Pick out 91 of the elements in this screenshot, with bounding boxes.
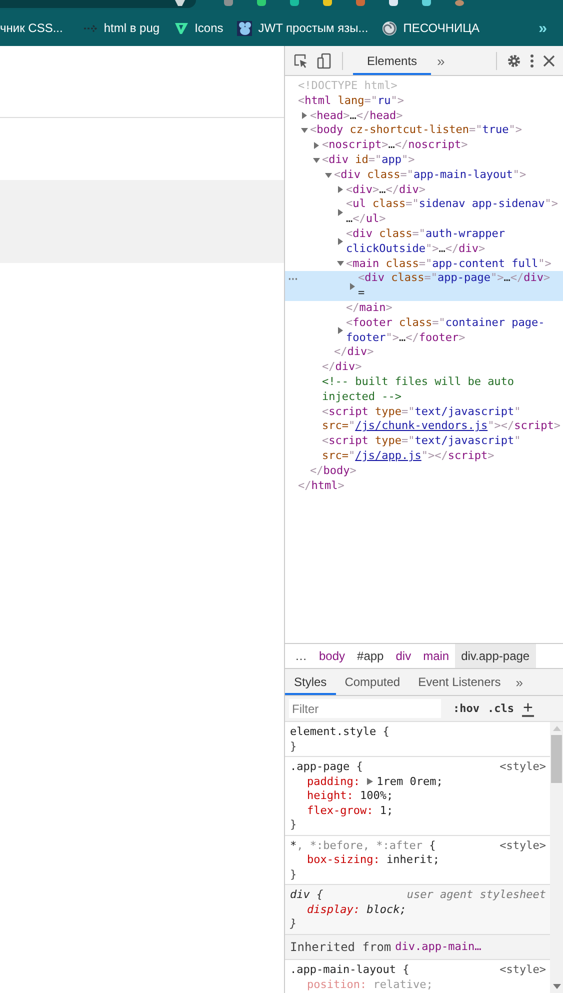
- rule-source: user agent stylesheet: [406, 888, 546, 902]
- dom-node[interactable]: <div>…</div>: [346, 182, 426, 198]
- inherited-element-link[interactable]: div.app-main…: [395, 940, 482, 954]
- breadcrumb[interactable]: main: [417, 644, 456, 668]
- panel-tab[interactable]: Elements: [353, 46, 432, 75]
- extension-icon[interactable]: [290, 0, 299, 6]
- inspect-icon[interactable]: [294, 54, 308, 68]
- bookmark[interactable]: ПЕСОЧНИЦА: [382, 20, 480, 36]
- dom-node[interactable]: <noscript>…</noscript>: [322, 138, 468, 153]
- closing-tag: </div>: [322, 360, 362, 375]
- device-icon[interactable]: [317, 52, 331, 68]
- scroll-down-icon[interactable]: [552, 984, 560, 989]
- dom-node[interactable]: <div class="app-page">…</div> =: [358, 271, 561, 301]
- breadcrumb[interactable]: …: [289, 644, 313, 668]
- collapse-arrow-icon[interactable]: [337, 186, 344, 194]
- collapse-arrow-icon[interactable]: [313, 142, 320, 150]
- more-tabs-button[interactable]: »: [510, 669, 530, 695]
- collapse-arrow-icon[interactable]: [337, 238, 344, 246]
- mouse-icon: [237, 20, 252, 36]
- dom-node[interactable]: <footer class="container page-footer">…</footer>: [346, 316, 561, 346]
- dom-node[interactable]: <main class="app-content full">: [346, 256, 552, 272]
- css-selector: .app-page {: [290, 760, 363, 774]
- extension-icon[interactable]: [389, 0, 398, 6]
- inherited-label: Inherited from: [290, 940, 392, 954]
- dom-node[interactable]: <!-- built files will be auto injected -->: [322, 374, 561, 405]
- new-rule-button[interactable]: +: [522, 700, 534, 716]
- pane-tab[interactable]: Event Listeners: [409, 669, 510, 695]
- menu-icon[interactable]: [530, 54, 534, 68]
- breadcrumb[interactable]: #app: [351, 644, 390, 668]
- close-icon[interactable]: [543, 54, 555, 66]
- collapse-arrow-icon[interactable]: [349, 282, 356, 290]
- bookmark[interactable]: чник CSS...: [0, 21, 63, 35]
- expand-arrow-icon[interactable]: [313, 156, 320, 164]
- expand-arrow-icon[interactable]: [325, 172, 332, 179]
- collapse-arrow-icon[interactable]: [337, 327, 344, 334]
- breadcrumb[interactable]: div.app-page: [455, 644, 536, 668]
- more-icon[interactable]: [288, 278, 298, 280]
- css-declaration[interactable]: box-sizing: inherit;: [290, 853, 546, 868]
- filter-field[interactable]: Filter: [289, 699, 441, 718]
- scroll-thumb[interactable]: [551, 735, 562, 783]
- rule-source[interactable]: <style>: [500, 963, 546, 978]
- dom-node[interactable]: <script type="text/javascript" src="/js/app.js"></script>: [322, 434, 561, 464]
- dom-node[interactable]: <div id="app">: [322, 152, 415, 168]
- more-tabs-button[interactable]: »: [431, 52, 451, 68]
- extension-icon[interactable]: [422, 0, 431, 6]
- collapse-arrow-icon[interactable]: [301, 112, 308, 120]
- swirl-icon: [382, 20, 398, 36]
- settings-icon[interactable]: [507, 54, 521, 68]
- dom-node[interactable]: <script type="text/javascript" src="/js/chunk-vendors.js"></script>: [322, 404, 561, 434]
- closing-tag: </main>: [346, 300, 392, 316]
- pane-tab[interactable]: Computed: [336, 669, 410, 695]
- hover-state-button[interactable]: :hov: [453, 702, 480, 715]
- collapse-arrow-icon[interactable]: [337, 208, 344, 216]
- css-selector: element.style {: [290, 725, 390, 740]
- scrollbar[interactable]: [550, 722, 563, 993]
- expand-arrow-icon[interactable]: [301, 127, 308, 134]
- css-declaration[interactable]: display: block;: [290, 902, 546, 917]
- extension-icon[interactable]: [257, 0, 266, 6]
- class-button[interactable]: .cls: [488, 702, 514, 715]
- dom-node[interactable]: <html lang="ru">: [298, 94, 404, 109]
- css-selector: *, *:before, *:after {: [290, 838, 436, 853]
- closing-tag: </div>: [334, 345, 374, 360]
- dom-node[interactable]: <ul class="sidenav app-sidenav"> …</ul>: [346, 197, 561, 227]
- bookmark[interactable]: Icons: [174, 20, 224, 36]
- selected-row[interactable]: <div class="app-page">…</div> =: [285, 271, 563, 301]
- v-logo-icon: [174, 20, 189, 36]
- closing-brace: }: [290, 818, 298, 832]
- bookmarks-overflow[interactable]: »: [538, 20, 547, 36]
- breadcrumb[interactable]: body: [313, 644, 352, 668]
- dom-node[interactable]: <div class="app-main-layout">: [334, 168, 526, 183]
- extension-icon[interactable]: [323, 0, 332, 6]
- breadcrumb[interactable]: div: [390, 644, 418, 668]
- dom-node[interactable]: <head>…</head>: [310, 108, 403, 124]
- closing-tag: </body>: [310, 464, 356, 479]
- css-declaration[interactable]: flex-grow: 1;: [290, 804, 546, 818]
- css-selector: div {: [290, 888, 324, 902]
- dom-node[interactable]: <div class="auth-wrapper clickOutside">…</div>: [346, 226, 561, 257]
- css-declaration[interactable]: padding: 1rem 0rem;: [290, 774, 546, 789]
- rule-source[interactable]: <style>: [500, 760, 546, 774]
- css-selector: .app-main-layout {: [290, 963, 410, 978]
- closing-tag: </html>: [298, 478, 344, 494]
- dom-node[interactable]: <body cz-shortcut-listen="true">: [310, 123, 522, 138]
- rule-source[interactable]: <style>: [500, 838, 546, 853]
- closing-brace: }: [290, 917, 298, 932]
- closing-brace: }: [290, 868, 298, 882]
- closing-brace: }: [290, 740, 298, 754]
- bookmark[interactable]: JWT простым язы...: [237, 20, 368, 36]
- expand-arrow-icon[interactable]: [337, 260, 344, 268]
- bookmark[interactable]: html в pug: [82, 20, 160, 36]
- css-declaration[interactable]: height: 100%;: [290, 789, 546, 804]
- expand-arrow-icon[interactable]: [366, 778, 373, 784]
